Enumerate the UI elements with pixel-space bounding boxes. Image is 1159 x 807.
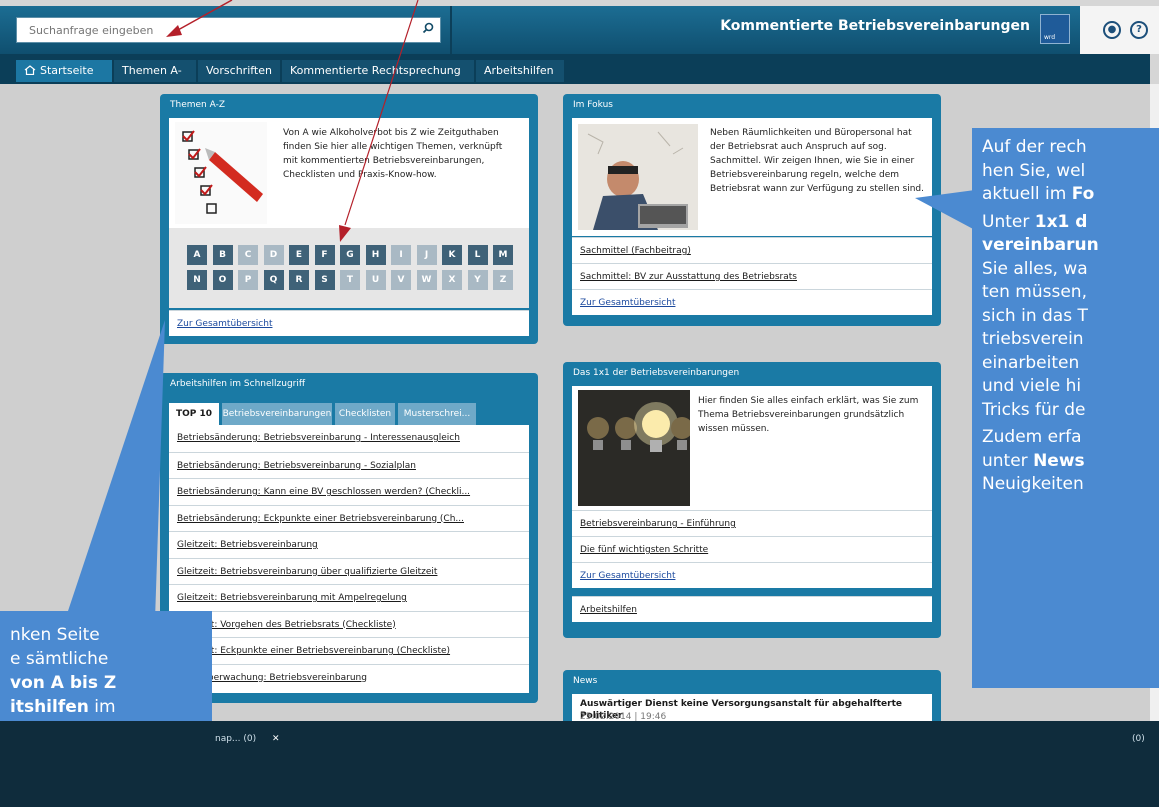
taskbar-item[interactable]: nap... (0) xyxy=(215,734,256,744)
arrow-to-alphabet xyxy=(344,0,419,226)
status-count: (0) xyxy=(1132,734,1145,744)
arrow-to-search-head xyxy=(166,25,182,37)
annotation-arrows xyxy=(166,0,419,242)
arrow-to-alphabet-head xyxy=(339,225,351,242)
status-bar xyxy=(0,721,1159,807)
close-icon[interactable]: ✕ xyxy=(272,734,280,744)
app: Kommentierte Betriebsvereinbarungen wrd … xyxy=(0,0,1159,807)
arrow-to-search xyxy=(177,0,233,31)
